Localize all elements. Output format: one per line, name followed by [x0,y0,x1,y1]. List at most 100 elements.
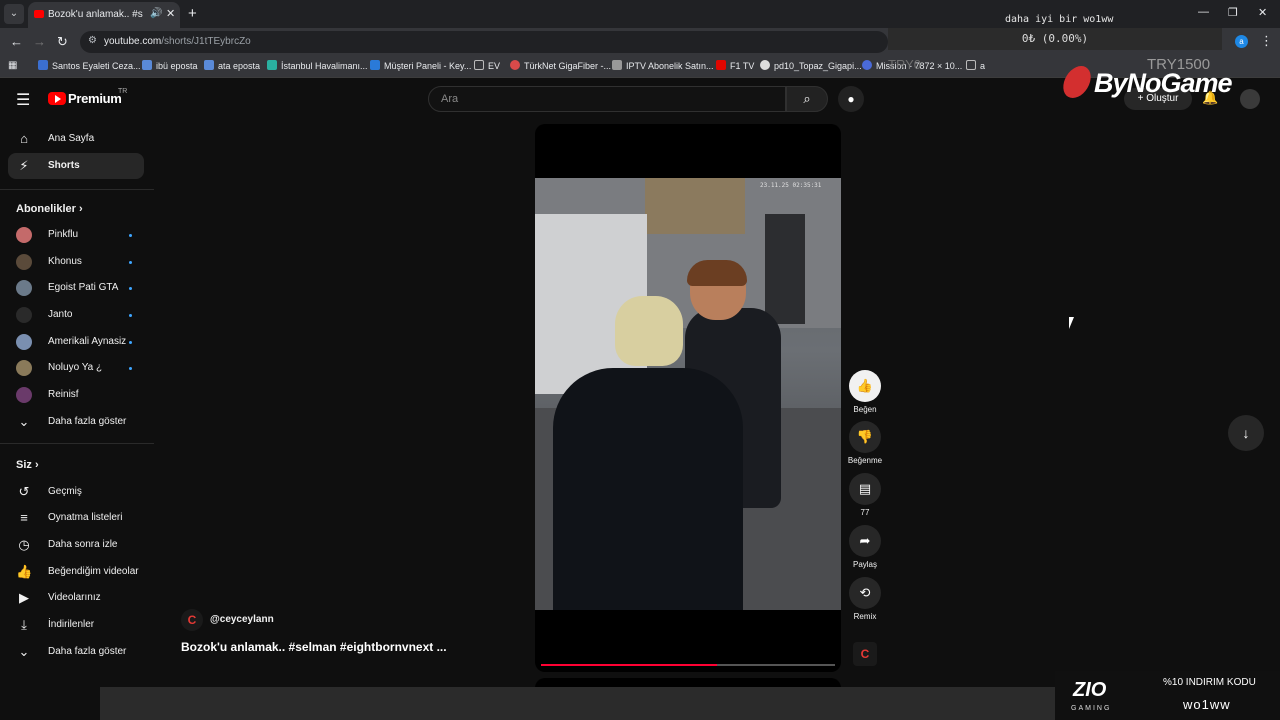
comments-action[interactable]: ▤ 77 [848,473,882,517]
sidebar-item-home[interactable]: ⌂ Ana Sayfa [8,126,144,152]
share-button[interactable]: ➦ [849,525,881,557]
logo-text[interactable]: Premium [68,91,122,106]
bookmark-icon [38,60,48,70]
menu-icon[interactable]: ☰ [16,90,30,110]
speaker-icon[interactable]: 🔊 [150,8,162,19]
arrow-down-icon: ↓ [1242,425,1250,441]
maximize-icon[interactable]: ❐ [1228,6,1238,19]
bookmark-label: İstanbul Havalimanı... [281,61,368,71]
remix-button[interactable]: ⟲ [849,577,881,609]
sidebar-item-your-videos[interactable]: ▶ Videolarınız [8,585,144,611]
sidebar-item-subscription[interactable]: Pinkflu [8,222,144,248]
dislike-action[interactable]: 👎 Beğenme [848,421,882,465]
voice-search-button[interactable]: ● [838,86,864,112]
bookmark-item[interactable]: IPTV Abonelik Satın... [612,60,714,71]
chevron-down-icon: ⌄ [18,414,30,429]
sidebar-item-label: Videolarınız [48,592,101,603]
dislike-label: Beğenme [847,456,883,465]
bookmark-item[interactable]: Santos Eyaleti Ceza... [38,60,141,71]
comments-button[interactable]: ▤ [849,473,881,505]
browser-tab[interactable]: Bozok'u anlamak.. #selman 🔊 ✕ [28,2,180,28]
browser-menu-icon[interactable]: ⋮ [1260,33,1273,49]
bookmark-item[interactable]: pd10_Topaz_Gigapi... [760,60,862,71]
bookmark-item[interactable]: ata eposta [204,60,260,71]
sidebar-item-downloads[interactable]: ⤓ İndirilenler [8,612,144,638]
search-button[interactable]: ⌕ [786,86,828,112]
sidebar-item-subscription[interactable]: Egoist Pati GTA [8,275,144,301]
show-more-you[interactable]: ⌄ Daha fazla göster [8,639,144,665]
search-input[interactable]: Ara [428,86,786,112]
remix-label: Remix [853,612,877,621]
video-progress-bar[interactable] [541,664,835,666]
channel-name[interactable]: @ceyceylann [210,614,274,625]
like-label: Beğen [853,405,877,414]
sound-channel-avatar[interactable]: C [853,642,877,666]
bookmark-item[interactable]: ibü eposta [142,60,198,71]
channel-avatar[interactable]: C [181,609,203,631]
video-title[interactable]: Bozok'u anlamak.. #selman #eightbornvnex… [181,640,447,654]
sidebar-item-subscription[interactable]: Reinisf [8,382,144,408]
sidebar-item-subscription[interactable]: Noluyo Ya ¿ [8,355,144,381]
bookmark-item[interactable]: Müşteri Paneli - Key... [370,60,471,71]
sidebar-item-liked-videos[interactable]: 👍 Beğendiğim videolar [8,559,144,585]
back-icon[interactable]: ← [10,34,23,49]
history-icon: ↺ [18,484,30,499]
you-heading[interactable]: Siz › [16,459,39,471]
sidebar-item-label: Amerikali Aynasiz [48,336,127,347]
sidebar-item-watch-later[interactable]: ◷ Daha sonra izle [8,532,144,558]
shorts-player[interactable]: 23.11.25 02:35:31 [535,124,841,672]
sidebar-item-label: Daha sonra izle [48,539,118,550]
scene-cabinet [765,214,805,324]
folder-icon [474,60,484,70]
video-progress-fill [541,664,718,666]
bookmark-label: Santos Eyaleti Ceza... [52,61,141,71]
new-content-dot [129,314,132,317]
sidebar-item-subscription[interactable]: Amerikali Aynasiz [8,329,144,355]
channel-avatar [16,360,32,376]
bookmark-icon [370,60,380,70]
channel-avatar [16,387,32,403]
sidebar-item-shorts[interactable]: ⚡ Shorts [8,153,144,179]
minimize-icon[interactable]: — [1198,6,1209,18]
bookmark-item[interactable]: F1 TV [716,60,754,71]
site-info-icon[interactable]: ⚙ [88,35,97,46]
forward-icon[interactable]: → [33,34,46,49]
bookmark-label: a [980,61,986,71]
bookmark-icon [267,60,277,70]
remix-action[interactable]: ⟲ Remix [848,577,882,621]
tab-search-button[interactable]: ⌄ [4,4,24,24]
sidebar-item-history[interactable]: ↺ Geçmiş [8,479,144,505]
apps-grid-icon[interactable]: ▦ [8,60,17,71]
sponsor-banner: ZIO GAMING %10 INDIRIM KODU wo1ww [1055,671,1280,720]
new-tab-icon[interactable]: + [188,5,197,22]
close-window-icon[interactable]: ✕ [1258,6,1267,19]
video-frame[interactable]: 23.11.25 02:35:31 [535,178,841,610]
bookmark-folder[interactable]: a [966,60,985,71]
dislike-button[interactable]: 👎 [849,421,881,453]
sidebar: ⌂ Ana Sayfa ⚡ Shorts Abonelikler › Pinkf… [0,120,154,680]
address-bar[interactable]: ⚙ youtube.com/shorts/J1tTEybrcZo [80,31,888,53]
bookmark-item[interactable]: TürkNet GigaFiber -... [510,60,611,71]
like-action[interactable]: 👍 Beğen [848,370,882,414]
subscriptions-heading[interactable]: Abonelikler › [16,203,83,215]
sidebar-item-playlists[interactable]: ≡ Oynatma listeleri [8,505,144,531]
share-action[interactable]: ➦ Paylaş [848,525,882,569]
bookmark-icon [862,60,872,70]
comment-icon: ▤ [858,481,872,496]
profile-avatar[interactable]: a [1235,35,1248,48]
reload-icon[interactable]: ↻ [57,34,68,50]
sidebar-item-subscription[interactable]: Khonus [8,249,144,275]
bookmark-folder[interactable]: EV [474,60,500,71]
show-more-subscriptions[interactable]: ⌄ Daha fazla göster [8,409,144,435]
like-button[interactable]: 👍 [849,370,881,402]
bookmark-icon [612,60,622,70]
folder-icon [966,60,976,70]
bookmark-label: ata eposta [218,61,261,71]
close-tab-icon[interactable]: ✕ [166,7,175,20]
bynogame-mark-icon [1059,66,1095,98]
bookmark-item[interactable]: İstanbul Havalimanı... [267,60,368,71]
bookmark-label: TürkNet GigaFiber -... [524,61,612,71]
sidebar-item-subscription[interactable]: Janto [8,302,144,328]
next-video-button[interactable]: ↓ [1228,415,1264,451]
youtube-logo-icon[interactable] [48,92,66,105]
